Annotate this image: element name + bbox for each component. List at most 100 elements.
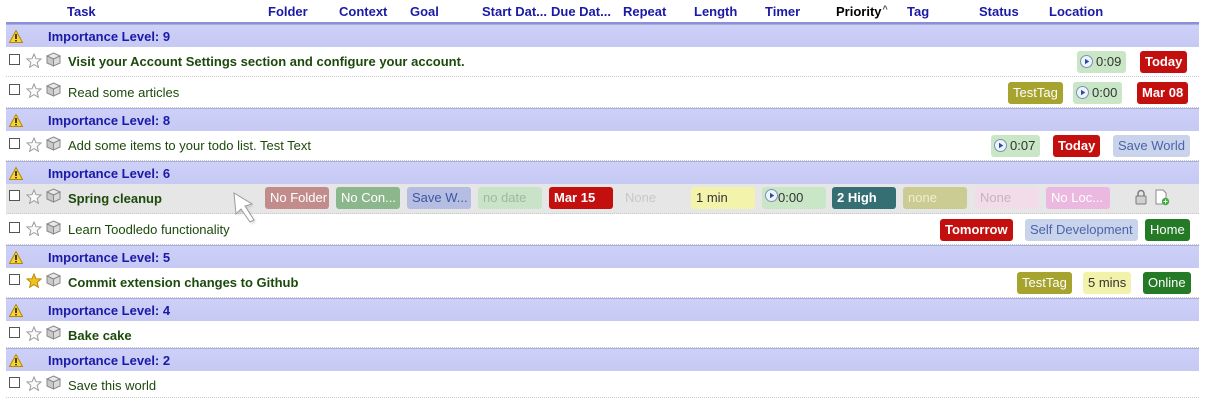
group-label: Importance Level: 6: [48, 166, 171, 181]
cube-icon[interactable]: [46, 375, 61, 390]
task-checkbox[interactable]: [9, 54, 20, 65]
group-header-level-4: Importance Level: 4: [6, 298, 1199, 321]
warning-icon: [9, 114, 23, 127]
tag-badge[interactable]: TestTag: [1008, 82, 1063, 104]
location-field[interactable]: No Loc...: [1046, 187, 1110, 209]
timer-badge[interactable]: 0:09: [1077, 51, 1127, 73]
column-header-context[interactable]: Context: [339, 4, 387, 19]
task-title[interactable]: Bake cake: [68, 328, 132, 343]
due-date-badge[interactable]: Today: [1140, 51, 1188, 73]
column-header-bar: Task Folder Context Goal Start Dat... Du…: [0, 0, 1205, 24]
timer-badge[interactable]: 0:07: [991, 135, 1041, 157]
column-header-due-date[interactable]: Due Dat...: [551, 4, 611, 19]
timer-value: 0:00: [1092, 85, 1118, 100]
column-header-timer[interactable]: Timer: [765, 4, 800, 19]
sort-caret-icon: ^: [882, 4, 888, 14]
goal-badge[interactable]: Save World: [1113, 135, 1190, 157]
task-row: Learn Toodledo functionality Tomorrow Se…: [6, 214, 1199, 245]
due-date-badge[interactable]: Mar 08: [1137, 82, 1189, 104]
location-badge[interactable]: Online: [1143, 272, 1191, 294]
cube-icon[interactable]: [46, 82, 61, 97]
column-header-location[interactable]: Location: [1049, 4, 1103, 19]
cursor-pointer-icon: [233, 192, 256, 224]
task-title[interactable]: Add some items to your todo list. Test T…: [68, 138, 311, 153]
task-row: Visit your Account Settings section and …: [6, 48, 1199, 77]
warning-icon: [9, 30, 23, 43]
star-icon[interactable]: [26, 137, 42, 152]
column-header-start-date[interactable]: Start Dat...: [482, 4, 547, 19]
folder-field[interactable]: No Folder: [265, 187, 329, 209]
star-icon[interactable]: [26, 83, 42, 98]
cube-icon[interactable]: [46, 220, 61, 235]
due-date-badge[interactable]: Today: [1053, 135, 1101, 157]
column-header-tag[interactable]: Tag: [907, 4, 929, 19]
task-title[interactable]: Save this world: [68, 378, 156, 393]
timer-badge[interactable]: 0:00: [1073, 82, 1123, 104]
goal-badge[interactable]: Self Development: [1025, 219, 1138, 241]
cube-icon[interactable]: [46, 188, 61, 203]
task-row: Commit extension changes to Github TestT…: [6, 268, 1199, 298]
column-header-priority-label: Priority: [836, 4, 882, 19]
location-badge[interactable]: Home: [1145, 219, 1190, 241]
column-header-repeat[interactable]: Repeat: [623, 4, 666, 19]
goal-field[interactable]: Save W...: [407, 187, 471, 209]
warning-icon: [9, 354, 23, 367]
star-icon[interactable]: [26, 53, 42, 68]
task-row: Add some items to your todo list. Test T…: [6, 131, 1199, 161]
star-icon[interactable]: [26, 326, 42, 341]
add-subtask-icon[interactable]: [1154, 189, 1170, 206]
task-row: Save this world: [6, 371, 1199, 398]
play-icon: [1080, 55, 1093, 69]
timer-value: 0:09: [1096, 54, 1122, 69]
timer-value: 0:00: [778, 190, 804, 205]
group-header-level-5: Importance Level: 5: [6, 245, 1199, 268]
task-checkbox[interactable]: [9, 274, 20, 285]
task-title[interactable]: Learn Toodledo functionality: [68, 222, 230, 237]
star-icon[interactable]: [26, 376, 42, 391]
task-checkbox[interactable]: [9, 138, 20, 149]
star-icon[interactable]: [26, 221, 42, 236]
lock-icon[interactable]: [1134, 189, 1150, 205]
task-row: Read some articles TestTag 0:00 Mar 08: [6, 77, 1199, 108]
column-header-length[interactable]: Length: [694, 4, 737, 19]
group-label: Importance Level: 9: [48, 29, 171, 44]
group-header-level-2: Importance Level: 2: [6, 348, 1199, 371]
tag-badge[interactable]: TestTag: [1017, 272, 1072, 294]
group-header-level-9: Importance Level: 9: [6, 24, 1199, 47]
priority-field[interactable]: 2 High: [832, 187, 896, 209]
timer-field[interactable]: 0:00: [762, 187, 826, 209]
column-header-task[interactable]: Task: [67, 4, 96, 19]
repeat-field[interactable]: None: [620, 187, 684, 209]
task-title[interactable]: Read some articles: [68, 85, 179, 100]
column-header-priority[interactable]: Priority^: [836, 4, 888, 19]
task-checkbox[interactable]: [9, 327, 20, 338]
start-date-field[interactable]: no date: [478, 187, 542, 209]
task-title[interactable]: Commit extension changes to Github: [68, 275, 298, 290]
group-header-level-6: Importance Level: 6: [6, 161, 1199, 184]
group-label: Importance Level: 4: [48, 303, 171, 318]
group-label: Importance Level: 5: [48, 250, 171, 265]
due-date-badge[interactable]: Tomorrow: [940, 219, 1013, 241]
task-title[interactable]: Visit your Account Settings section and …: [68, 54, 465, 69]
cube-icon[interactable]: [46, 52, 61, 67]
context-field[interactable]: No Con...: [336, 187, 400, 209]
task-checkbox[interactable]: [9, 222, 20, 233]
cube-icon[interactable]: [46, 136, 61, 151]
task-checkbox[interactable]: [9, 190, 20, 201]
star-icon[interactable]: [26, 189, 42, 204]
star-icon[interactable]: [26, 273, 42, 288]
cube-icon[interactable]: [46, 272, 61, 287]
length-field[interactable]: 1 min: [691, 187, 755, 209]
group-header-level-8: Importance Level: 8: [6, 108, 1199, 131]
length-badge[interactable]: 5 mins: [1083, 272, 1132, 294]
task-title[interactable]: Spring cleanup: [68, 191, 162, 206]
due-date-field[interactable]: Mar 15: [549, 187, 613, 209]
status-field[interactable]: None: [975, 187, 1039, 209]
column-header-goal[interactable]: Goal: [410, 4, 439, 19]
task-checkbox[interactable]: [9, 84, 20, 95]
cube-icon[interactable]: [46, 325, 61, 340]
task-checkbox[interactable]: [9, 377, 20, 388]
tag-field[interactable]: none: [903, 187, 967, 209]
column-header-folder[interactable]: Folder: [268, 4, 308, 19]
column-header-status[interactable]: Status: [979, 4, 1019, 19]
